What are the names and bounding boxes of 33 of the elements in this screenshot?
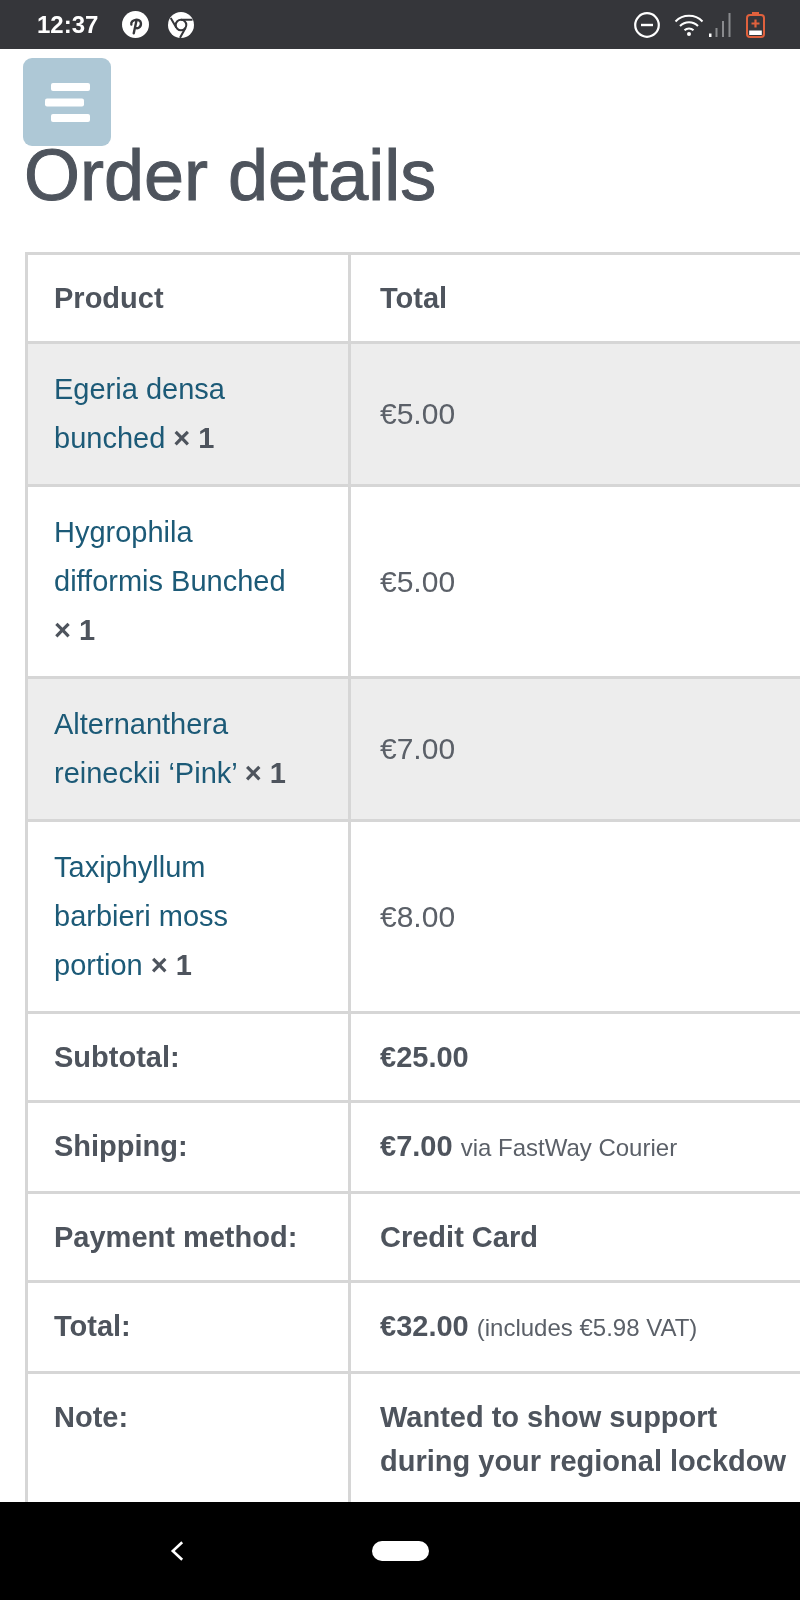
row-label: Total: — [54, 1310, 131, 1342]
row-label: Shipping: — [54, 1130, 188, 1162]
price-text: €5.00 — [380, 564, 456, 598]
product-link[interactable]: Taxiphyllum barbieri moss portion × 1 — [54, 843, 304, 990]
price-text: €5.00 — [380, 397, 456, 430]
signal-icon — [709, 12, 732, 37]
price-text: €7.00 — [380, 732, 456, 765]
column-header: Product — [54, 282, 164, 314]
row-value: €25.00 — [380, 1041, 469, 1073]
minus-circle-icon — [634, 11, 660, 38]
row-label: Subtotal: — [54, 1041, 180, 1073]
row-value: €7.00 — [380, 1130, 453, 1162]
page-title: Order details — [24, 147, 437, 204]
column-header: Total — [380, 282, 448, 314]
product-link[interactable]: Hygrophila difformis Bunched × 1 — [54, 508, 304, 655]
product-link[interactable]: Alternanthera reineckii ‘Pink’ × 1 — [54, 700, 304, 798]
row-label: Payment method: — [54, 1221, 298, 1253]
price-text: €8.00 — [380, 899, 456, 933]
menu-icon — [44, 82, 90, 122]
value-detail: (includes €5.98 VAT) — [476, 1314, 698, 1341]
clock-time: 12:37 — [37, 10, 99, 39]
wifi-icon — [674, 13, 704, 36]
row-value: Credit Card — [380, 1221, 538, 1253]
row-label: Note: — [54, 1401, 129, 1433]
row-value: Wanted to show support during your regional lockdow — [380, 1401, 787, 1477]
aperture-logo-icon — [168, 11, 195, 38]
product-link[interactable]: Egeria densa bunched × 1 — [54, 365, 304, 463]
row-value: €32.00 — [380, 1310, 469, 1342]
back-icon[interactable] — [170, 1541, 184, 1561]
value-detail: via FastWay Courier — [460, 1134, 678, 1161]
battery-icon — [746, 11, 765, 38]
round-logo-icon — [122, 11, 150, 38]
home-button[interactable] — [372, 1541, 429, 1561]
